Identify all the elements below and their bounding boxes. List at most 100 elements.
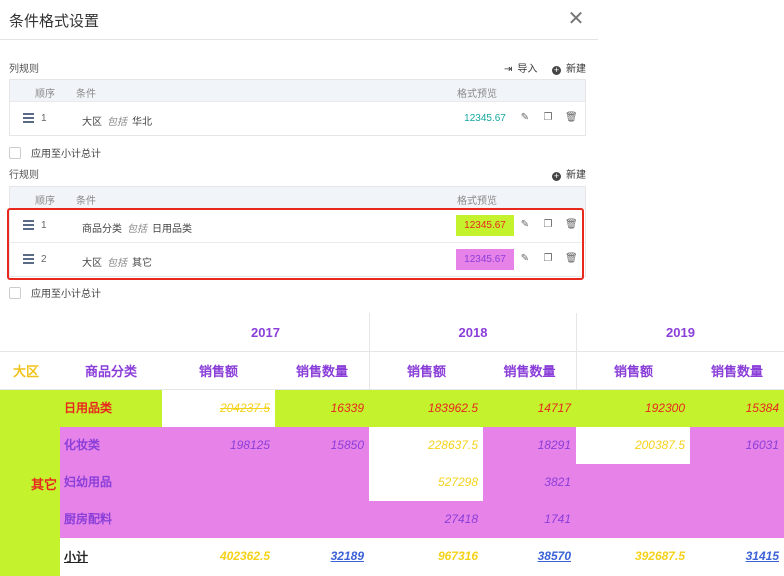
category-cell: 厨房配料 — [60, 501, 162, 538]
header-order: 顺序 — [35, 89, 55, 100]
category-cell: 妇幼用品 — [60, 464, 162, 501]
drag-handle-icon[interactable] — [23, 254, 34, 264]
rule-value: 其它 — [132, 258, 152, 269]
header-condition: 条件 — [76, 89, 96, 100]
value-cell — [162, 464, 275, 501]
column-new-button[interactable]: + 新建 — [552, 60, 586, 75]
pivot-table: 2017 2018 2019 大区 商品分类 销售额 销售数量 销售额 销售数量… — [0, 313, 784, 576]
import-button[interactable]: ⇥ 导入 — [504, 60, 537, 75]
measure-header: 销售额 — [198, 364, 238, 379]
row-new-label: 新建 — [566, 170, 586, 181]
column-rules-header: 顺序 条件 格式预览 — [10, 80, 585, 101]
value-cell: 200387.5 — [576, 427, 690, 464]
column-rule-row: 1 大区 包括 华北 12345.67 ✎ ❐ 🗑 — [10, 101, 585, 135]
value-cell: 3821 — [483, 464, 576, 501]
value-cell — [690, 464, 784, 501]
value-cell: 15384 — [690, 390, 784, 427]
copy-icon[interactable]: ❐ — [542, 219, 554, 231]
column-new-label: 新建 — [566, 64, 586, 75]
row-rules-label: 行规则 — [9, 170, 39, 181]
value-cell: 204237.5 — [162, 390, 275, 427]
value-cell — [576, 501, 690, 538]
value-cell: 183962.5 — [369, 390, 483, 427]
value-cell — [275, 501, 369, 538]
title-divider — [0, 39, 598, 40]
column-apply-subtotal[interactable]: 应用至小计总计 — [9, 145, 101, 160]
rule-field: 大区 — [82, 258, 102, 269]
rule-field: 大区 — [82, 117, 102, 128]
subtotal-label[interactable]: 小计 — [60, 538, 162, 576]
header-preview: 格式预览 — [457, 196, 497, 207]
delete-icon[interactable]: 🗑 — [565, 219, 578, 231]
rule-value: 日用品类 — [152, 224, 192, 235]
value-cell: 192300 — [576, 390, 690, 427]
subtotal-value: 402362.5 — [162, 538, 275, 576]
value-cell: 18291 — [483, 427, 576, 464]
rule-condition: 大区 包括 华北 — [82, 113, 152, 128]
value-cell: 15850 — [275, 427, 369, 464]
delete-icon[interactable]: 🗑 — [565, 253, 578, 265]
edit-icon[interactable]: ✎ — [519, 112, 531, 124]
format-preview: 12345.67 — [456, 215, 514, 236]
measure-header: 销售数量 — [710, 364, 763, 379]
value-cell: 16339 — [275, 390, 369, 427]
import-label: 导入 — [517, 64, 538, 75]
copy-icon[interactable]: ❐ — [542, 253, 554, 265]
import-icon: ⇥ — [504, 64, 513, 75]
apply-subtotal-checkbox[interactable] — [9, 147, 21, 159]
value-cell — [162, 501, 275, 538]
value-cell — [690, 501, 784, 538]
conditional-format-dialog: 条件格式设置 ✕ 列规则 ⇥ 导入 + 新建 顺序 条件 格式预览 1 大区 包括 华北… — [0, 0, 600, 305]
value-cell — [275, 464, 369, 501]
rule-operator: 包括 — [127, 224, 147, 235]
subtotal-value[interactable]: 31415 — [690, 538, 784, 576]
measure-header: 销售额 — [613, 364, 653, 379]
format-preview: 12345.67 — [456, 249, 514, 270]
apply-subtotal-label: 应用至小计总计 — [31, 149, 101, 160]
drag-handle-icon[interactable] — [23, 113, 34, 123]
apply-subtotal-checkbox[interactable] — [9, 287, 21, 299]
subtotal-value[interactable]: 32189 — [275, 538, 369, 576]
row-rules-header: 顺序 条件 格式预览 — [10, 187, 585, 208]
rule-number: 2 — [41, 254, 47, 265]
row-rule-row: 1 商品分类 包括 日用品类 12345.67 ✎ ❐ 🗑 — [10, 208, 585, 242]
value-cell: 16031 — [690, 427, 784, 464]
rule-condition: 大区 包括 其它 — [82, 254, 152, 269]
measure-header: 销售数量 — [295, 364, 348, 379]
edit-icon[interactable]: ✎ — [519, 219, 531, 231]
plus-circle-icon: + — [552, 65, 561, 75]
category-cell: 化妆类 — [60, 427, 162, 464]
year-header: 2019 — [666, 324, 695, 340]
dialog-title: 条件格式设置 — [9, 13, 100, 30]
rule-condition: 商品分类 包括 日用品类 — [82, 220, 192, 235]
row-rule-row: 2 大区 包括 其它 12345.67 ✎ ❐ 🗑 — [10, 242, 585, 276]
header-condition: 条件 — [76, 196, 96, 207]
header-order: 顺序 — [35, 196, 55, 207]
format-preview: 12345.67 — [464, 113, 506, 124]
column-rules-label: 列规则 — [9, 64, 39, 75]
year-header: 2018 — [458, 324, 488, 340]
header-preview: 格式预览 — [457, 89, 497, 100]
drag-handle-icon[interactable] — [23, 220, 34, 230]
value-cell: 27418 — [369, 501, 483, 538]
value-cell: 14717 — [483, 390, 576, 427]
row-apply-subtotal[interactable]: 应用至小计总计 — [9, 285, 101, 300]
rule-value: 华北 — [132, 117, 152, 128]
category-cell: 日用品类 — [60, 390, 162, 427]
edit-icon[interactable]: ✎ — [519, 253, 531, 265]
delete-icon[interactable]: 🗑 — [565, 112, 578, 124]
value-cell — [576, 464, 690, 501]
measure-header: 销售数量 — [503, 364, 556, 379]
region-header: 大区 — [12, 364, 39, 379]
plus-circle-icon: + — [552, 171, 561, 181]
rule-number: 1 — [41, 220, 47, 231]
rule-operator: 包括 — [107, 117, 127, 128]
subtotal-value: 967316 — [369, 538, 483, 576]
rule-number: 1 — [41, 113, 47, 124]
category-header: 商品分类 — [84, 364, 137, 379]
copy-icon[interactable]: ❐ — [542, 112, 554, 124]
region-cell: 其它 — [0, 390, 60, 576]
subtotal-value[interactable]: 38570 — [483, 538, 576, 576]
row-new-button[interactable]: + 新建 — [552, 166, 586, 181]
close-icon[interactable]: ✕ — [566, 9, 586, 29]
